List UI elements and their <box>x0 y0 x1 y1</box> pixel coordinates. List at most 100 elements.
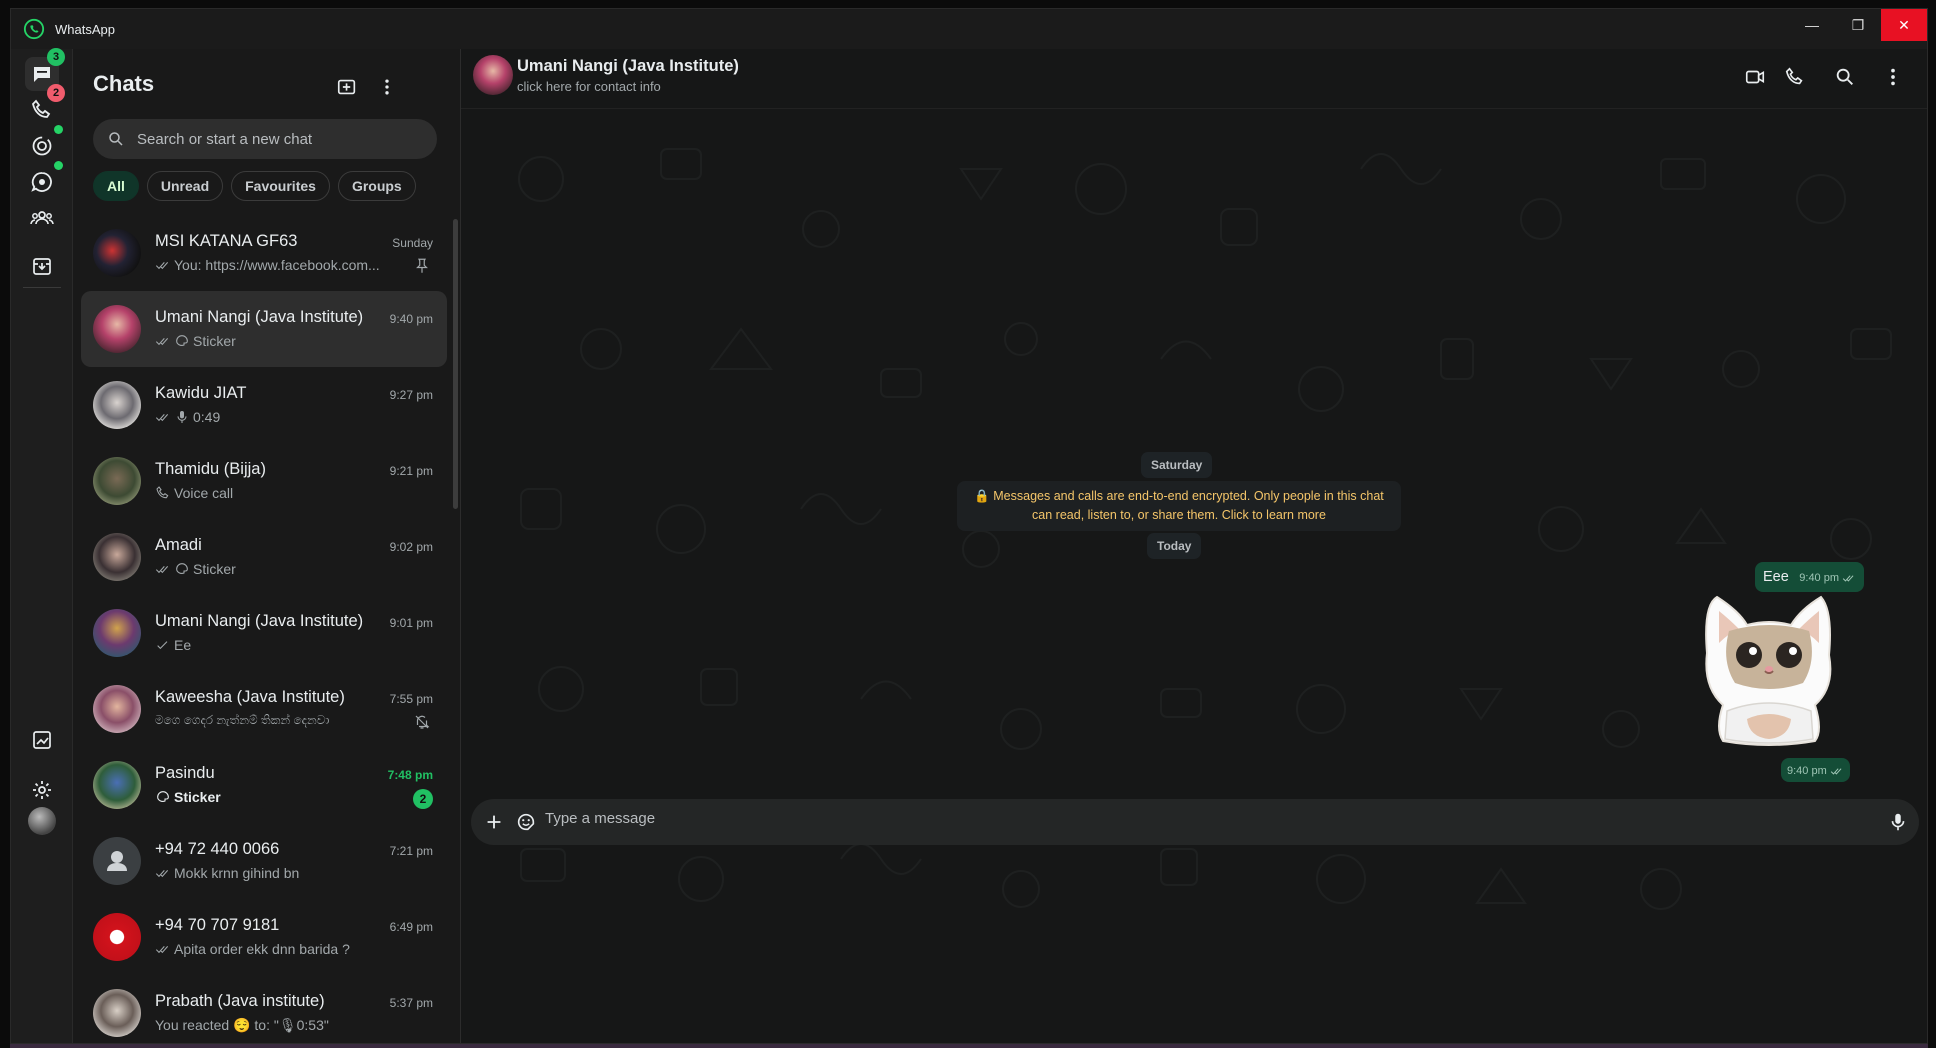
contact-avatar[interactable] <box>473 55 513 95</box>
chat-list-menu-button[interactable] <box>373 73 401 101</box>
filter-favourites[interactable]: Favourites <box>231 171 330 201</box>
contact-name[interactable]: Umani Nangi (Java Institute) <box>517 57 739 76</box>
communities-nav-button[interactable] <box>25 201 59 235</box>
chat-list-item[interactable]: Kawidu JIAT 9:27 pm 0:49 <box>81 367 447 443</box>
chat-time: 9:01 pm <box>389 616 433 630</box>
message-meta: 9:40 pm <box>1799 571 1856 585</box>
sticker-icon <box>176 335 188 346</box>
chat-preview-text: 0:49 <box>193 409 221 425</box>
filter-groups[interactable]: Groups <box>337 171 416 201</box>
settings-nav-button[interactable] <box>25 773 59 807</box>
double-tick-icon <box>155 565 169 574</box>
contact-info-hint[interactable]: click here for contact info <box>517 79 661 94</box>
chat-list-item[interactable]: Prabath (Java institute) 5:37 pm You rea… <box>81 975 447 1043</box>
search-in-chat-button[interactable] <box>1831 63 1859 91</box>
chat-time: 9:27 pm <box>389 388 433 402</box>
search-bar[interactable] <box>93 119 437 159</box>
chat-time: 9:21 pm <box>389 464 433 478</box>
contact-avatar <box>93 609 141 657</box>
phone-icon <box>32 99 51 118</box>
conversation-menu-button[interactable] <box>1879 63 1907 91</box>
filter-all[interactable]: All <box>93 171 139 201</box>
chat-preview: Sticker <box>155 561 236 577</box>
phone-icon <box>1785 67 1803 85</box>
chat-list-item[interactable]: Kaweesha (Java Institute) 7:55 pm මගෙ ගෙ… <box>81 671 447 747</box>
cat-sticker-image[interactable] <box>1699 591 1839 749</box>
voice-message-button[interactable] <box>1885 809 1911 835</box>
chat-preview: Mokk krnn gihind bn <box>155 865 299 881</box>
media-nav-button[interactable] <box>25 723 59 757</box>
emoji-sticker-button[interactable] <box>513 809 539 835</box>
status-nav-button[interactable] <box>25 125 63 163</box>
message-time: 9:40 pm <box>1799 572 1840 584</box>
chat-list-item[interactable]: MSI KATANA GF63 Sunday You: https://www.… <box>81 215 447 291</box>
conversation-header[interactable]: Umani Nangi (Java Institute) click here … <box>461 49 1927 109</box>
chat-preview: මගෙ ගෙදර නැත්නම් තිකන් දෙනවා <box>155 713 329 728</box>
conversation-panel: Umani Nangi (Java Institute) click here … <box>461 49 1927 1043</box>
restore-button[interactable]: ❐ <box>1835 9 1881 41</box>
minimize-button[interactable]: — <box>1789 9 1835 41</box>
search-icon <box>1836 68 1853 85</box>
chat-list-item[interactable]: +94 72 440 0066 7:21 pm Mokk krnn gihind… <box>81 823 447 899</box>
filter-unread[interactable]: Unread <box>146 171 224 201</box>
rail-divider <box>23 287 61 288</box>
contact-avatar <box>93 761 141 809</box>
video-camera-icon <box>1745 70 1765 84</box>
chat-list-item[interactable]: Thamidu (Bijja) 9:21 pm Voice call <box>81 443 447 519</box>
chat-list-item[interactable]: Pasindu 7:48 pm Sticker 2 <box>81 747 447 823</box>
chat-preview-text: You reacted 😌 to: "🎙0:53" <box>155 1017 329 1033</box>
chat-time: Sunday <box>392 236 433 250</box>
sticker-smile-icon <box>517 813 535 831</box>
chat-filters: All Unread Favourites Groups <box>93 171 416 201</box>
chat-time: 5:37 pm <box>389 996 433 1010</box>
chat-list-scrollbar[interactable] <box>453 219 458 509</box>
outgoing-message[interactable]: Eee 9:40 pm <box>1755 562 1865 592</box>
single-tick-icon <box>157 641 168 650</box>
search-input[interactable] <box>137 130 427 148</box>
chat-list-item[interactable]: +94 70 707 9181 6:49 pm Apita order ekk … <box>81 899 447 975</box>
calls-missed-badge: 2 <box>47 84 65 102</box>
more-vertical-icon <box>1891 68 1895 86</box>
chat-name: Thamidu (Bijja) <box>155 460 266 478</box>
chat-name: Umani Nangi (Java Institute) <box>155 308 364 326</box>
chat-list-item[interactable]: Umani Nangi (Java Institute) 9:01 pm Ee <box>81 595 447 671</box>
status-new-dot <box>54 125 63 134</box>
whatsapp-logo-icon <box>23 18 45 40</box>
voice-call-button[interactable] <box>1781 63 1809 91</box>
message-input[interactable] <box>545 810 1845 827</box>
channels-nav-button[interactable] <box>25 161 63 199</box>
double-tick-icon <box>155 869 169 878</box>
attach-button[interactable] <box>481 809 507 835</box>
chat-name: Amadi <box>155 536 202 554</box>
chat-preview: You: https://www.facebook.com... <box>155 257 380 273</box>
profile-avatar[interactable] <box>28 807 56 835</box>
chat-preview-text: Apita order ekk dnn barida ? <box>174 941 350 957</box>
video-call-button[interactable] <box>1741 63 1769 91</box>
encryption-notice[interactable]: 🔒 Messages and calls are end-to-end encr… <box>957 481 1401 531</box>
chat-time: 7:48 pm <box>387 768 433 782</box>
plus-icon <box>487 815 501 829</box>
double-tick-icon <box>1842 575 1854 582</box>
chat-time: 9:02 pm <box>389 540 433 554</box>
chat-preview: Apita order ekk dnn barida ? <box>155 941 350 957</box>
calls-nav-button[interactable]: 2 <box>25 84 65 127</box>
chat-preview: Voice call <box>155 485 233 501</box>
double-tick-icon <box>155 261 169 270</box>
status-icon <box>32 136 52 156</box>
search-icon <box>109 132 123 146</box>
chat-list-item-selected[interactable]: Umani Nangi (Java Institute) 9:40 pm Sti… <box>81 291 447 367</box>
message-composer <box>471 799 1919 845</box>
double-tick-icon <box>1830 768 1842 775</box>
close-button[interactable]: ✕ <box>1881 9 1927 41</box>
new-chat-button[interactable] <box>333 73 361 101</box>
double-tick-icon <box>155 413 169 422</box>
bottom-edge-strip <box>10 1044 1928 1048</box>
chat-preview-text: Sticker <box>174 789 221 805</box>
archived-nav-button[interactable] <box>25 249 59 283</box>
chat-list-item[interactable]: Amadi 9:02 pm Sticker <box>81 519 447 595</box>
date-divider-saturday: Saturday <box>1141 452 1213 478</box>
chat-time: 7:55 pm <box>389 692 433 706</box>
chat-name: Kaweesha (Java Institute) <box>155 688 345 706</box>
chat-preview-text: Mokk krnn gihind bn <box>174 865 300 881</box>
chat-preview: 0:49 <box>155 409 220 425</box>
